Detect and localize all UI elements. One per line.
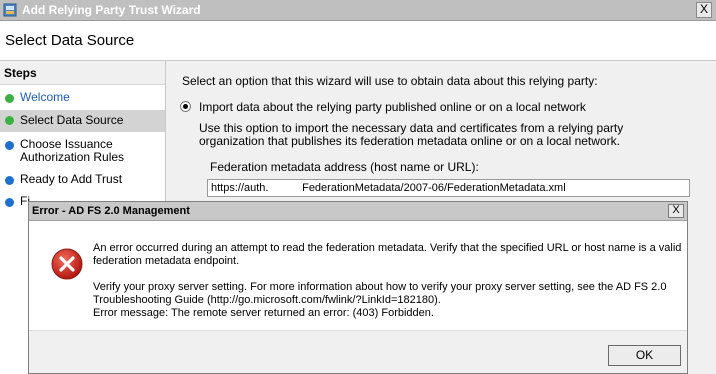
dialog-titlebar: Error - AD FS 2.0 Management X [29,202,687,221]
step-done-icon [5,94,14,103]
error-detail-message: Error message: The remote server returne… [93,307,434,319]
step-pending-icon [5,198,14,207]
wizard-title: Add Relying Party Trust Wizard [22,3,201,17]
intro-text: Select an option that this wizard will u… [182,74,598,88]
dialog-footer: OK [29,330,687,373]
dialog-title: Error - AD FS 2.0 Management [32,205,190,217]
wizard-app-icon [3,3,17,17]
metadata-address-label: Federation metadata address (host name o… [210,160,479,174]
close-button[interactable]: X [696,2,712,18]
close-icon: X [672,204,680,216]
import-online-description: Use this option to import the necessary … [199,121,624,148]
wizard-header: Select Data Source [0,21,716,61]
error-dialog: Error - AD FS 2.0 Management X An error … [28,201,688,374]
error-message-line-2: federation metadata endpoint. [93,255,240,267]
step-pending-icon [5,141,14,150]
step-welcome[interactable]: Welcome [0,90,165,108]
step-choose-issuance-authorization-rules: Choose Issuance Authorization Rules [0,137,165,165]
error-icon [51,248,83,280]
metadata-address-input[interactable]: https://auth. FederationMetadata/2007-06… [207,179,690,197]
dialog-body: An error occurred during an attempt to r… [29,221,687,330]
import-online-radio[interactable] [180,101,191,112]
step-label: Ready to Add Trust [20,172,123,186]
dialog-close-button[interactable]: X [668,204,684,218]
steps-heading: Steps [0,61,165,85]
page-title: Select Data Source [5,32,135,49]
step-label: Welcome [20,90,70,104]
step-ready-to-add-trust: Ready to Add Trust [0,172,165,190]
step-label: Select Data Source [20,113,124,127]
import-online-label[interactable]: Import data about the relying party publ… [199,100,586,114]
proxy-message-line-2: Troubleshooting Guide (http://go.microso… [93,294,441,306]
proxy-message-line-1: Verify your proxy server setting. For mo… [93,281,667,293]
error-message-line-1: An error occurred during an attempt to r… [93,242,682,254]
wizard-titlebar: Add Relying Party Trust Wizard X [0,0,716,21]
close-icon: X [699,2,708,16]
step-current-icon [5,116,14,125]
step-select-data-source: Select Data Source [0,110,165,132]
ok-button[interactable]: OK [608,345,681,366]
steps-heading-label: Steps [4,66,37,80]
step-label: Choose Issuance Authorization Rules [20,137,125,164]
step-pending-icon [5,176,14,185]
